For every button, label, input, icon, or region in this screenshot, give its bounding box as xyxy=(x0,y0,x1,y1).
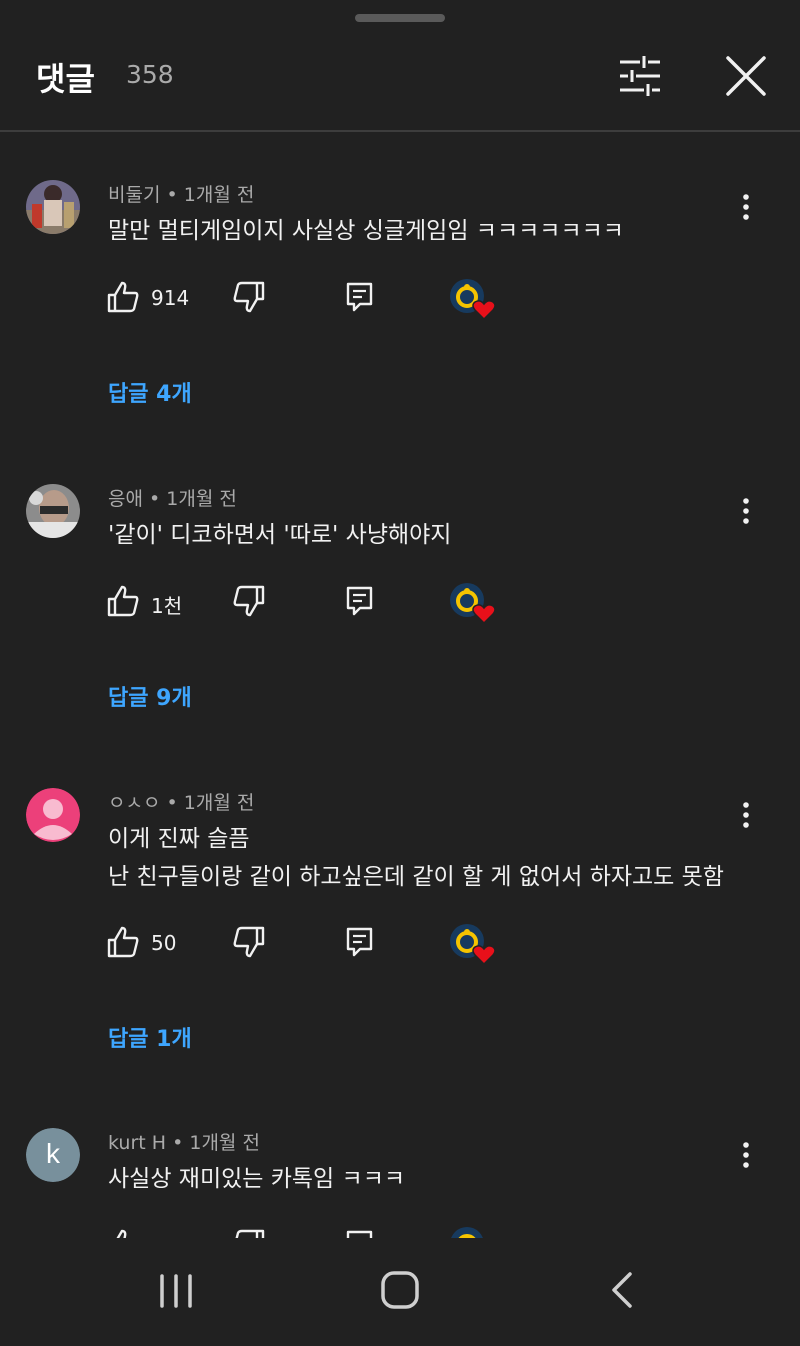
like-button[interactable] xyxy=(106,925,140,959)
comment-line: 사실상 재미있는 카톡임 ㅋㅋㅋ xyxy=(108,1166,406,1192)
recent-apps-button[interactable] xyxy=(156,1272,196,1310)
comments-header: 댓글 358 xyxy=(0,0,800,130)
reply-button[interactable] xyxy=(344,925,376,959)
panel-title: 댓글 xyxy=(36,60,95,98)
comment-author[interactable]: ㅇㅅㅇ xyxy=(108,792,160,814)
comment-time: 1개월 전 xyxy=(166,488,237,510)
thumbs-up-icon xyxy=(107,926,139,958)
comment-text: '같이' 디코하면서 '따로' 사냥해야지 xyxy=(108,516,451,554)
close-button[interactable] xyxy=(722,52,770,100)
comment-actions: 50 xyxy=(0,923,800,969)
more-vert-icon xyxy=(743,498,749,524)
like-count: 1천 xyxy=(151,594,183,618)
comment-list[interactable]: 비둘기 • 1개월 전 말만 멀티게임이지 사실상 싱글게임임 ㅋㅋㅋㅋㅋㅋㅋ … xyxy=(0,132,800,1238)
more-options-button[interactable] xyxy=(734,496,758,526)
comment-actions: 914 xyxy=(0,278,800,324)
avatar[interactable] xyxy=(26,180,80,234)
comment-icon xyxy=(346,927,373,957)
like-button[interactable] xyxy=(106,280,140,314)
comment-time: 1개월 전 xyxy=(183,184,255,206)
comment-time: 1개월 전 xyxy=(189,1132,260,1154)
view-replies-link[interactable]: 답글 1개 xyxy=(108,1021,192,1053)
thumbs-down-icon xyxy=(233,926,265,958)
comment-actions xyxy=(0,1226,800,1238)
back-button[interactable] xyxy=(606,1270,640,1310)
comment-text: 사실상 재미있는 카톡임 ㅋㅋㅋ xyxy=(108,1160,405,1198)
meta-separator: • xyxy=(166,1132,190,1154)
dislike-button[interactable] xyxy=(232,1228,266,1238)
thumbs-up-icon xyxy=(107,585,139,617)
comment-meta: 비둘기 • 1개월 전 xyxy=(108,180,254,207)
like-button[interactable] xyxy=(106,1228,140,1238)
creator-heart-icon xyxy=(450,279,496,321)
comment-line: '같이' 디코하면서 '따로' 사냥해야지 xyxy=(108,522,452,548)
comment-meta: kurt H • 1개월 전 xyxy=(108,1128,260,1155)
view-replies-link[interactable]: 답글 4개 xyxy=(108,376,192,408)
more-vert-icon xyxy=(743,802,749,828)
home-button[interactable] xyxy=(378,1268,422,1312)
more-vert-icon xyxy=(743,1142,749,1168)
reply-button[interactable] xyxy=(344,584,376,618)
dislike-button[interactable] xyxy=(232,280,266,314)
like-button[interactable] xyxy=(106,584,140,618)
avatar-image xyxy=(26,180,80,234)
avatar-letter: k xyxy=(46,1138,60,1169)
close-icon xyxy=(726,56,766,96)
recent-apps-icon xyxy=(160,1274,192,1308)
comment-author[interactable]: 비둘기 xyxy=(108,184,160,206)
creator-heart-badge xyxy=(450,923,496,967)
more-options-button[interactable] xyxy=(734,1140,758,1170)
comment-meta: ㅇㅅㅇ • 1개월 전 xyxy=(108,788,254,815)
meta-separator: • xyxy=(142,488,167,510)
creator-heart-icon xyxy=(450,924,496,966)
creator-heart-icon xyxy=(450,583,496,625)
comment-line: 이게 진짜 슬픔 xyxy=(108,826,250,852)
dislike-button[interactable] xyxy=(232,925,266,959)
creator-heart-badge xyxy=(450,1226,496,1238)
meta-separator: • xyxy=(160,792,184,814)
reply-button[interactable] xyxy=(344,1228,376,1238)
comment-icon xyxy=(346,586,373,616)
comment-count: 358 xyxy=(126,60,174,89)
reply-button[interactable] xyxy=(344,280,376,314)
thumbs-down-icon xyxy=(233,585,265,617)
avatar-image xyxy=(26,484,80,538)
comment-meta: 응애 • 1개월 전 xyxy=(108,484,237,511)
avatar[interactable]: k xyxy=(26,1128,80,1182)
more-options-button[interactable] xyxy=(734,192,758,222)
creator-heart-badge xyxy=(450,582,496,626)
thumbs-down-icon xyxy=(233,281,265,313)
thumbs-up-icon xyxy=(107,281,139,313)
default-person-avatar xyxy=(26,788,80,842)
like-count: 50 xyxy=(151,931,177,955)
comment-time: 1개월 전 xyxy=(183,792,255,814)
sort-filter-button[interactable] xyxy=(614,52,666,100)
meta-separator: • xyxy=(160,184,184,206)
comment-icon xyxy=(346,1230,373,1238)
avatar[interactable] xyxy=(26,788,80,842)
comment-author[interactable]: kurt H xyxy=(108,1132,166,1154)
comment-line: 난 친구들이랑 같이 하고싶은데 같이 할 게 없어서 하자고도 못함 xyxy=(108,864,724,890)
thumbs-down-icon xyxy=(235,1229,265,1238)
home-icon xyxy=(381,1271,419,1309)
view-replies-link[interactable]: 답글 9개 xyxy=(108,680,192,712)
system-navigation-bar xyxy=(0,1238,800,1346)
thumbs-up-icon xyxy=(116,1229,127,1238)
comment-actions: 1천 xyxy=(0,582,800,628)
sliders-icon xyxy=(620,56,660,96)
avatar[interactable] xyxy=(26,484,80,538)
comment-text: 이게 진짜 슬픔 난 친구들이랑 같이 하고싶은데 같이 할 게 없어서 하자고… xyxy=(108,820,724,896)
more-vert-icon xyxy=(743,194,749,220)
creator-heart-icon xyxy=(451,1227,483,1238)
comment-author[interactable]: 응애 xyxy=(108,488,143,510)
comment-text: 말만 멀티게임이지 사실상 싱글게임임 ㅋㅋㅋㅋㅋㅋㅋ xyxy=(108,212,624,250)
comment-icon xyxy=(346,282,373,312)
creator-heart-badge xyxy=(450,278,496,322)
dislike-button[interactable] xyxy=(232,584,266,618)
like-count: 914 xyxy=(151,286,190,310)
more-options-button[interactable] xyxy=(734,800,758,830)
back-chevron-icon xyxy=(612,1272,632,1308)
comment-line: 말만 멀티게임이지 사실상 싱글게임임 ㅋㅋㅋㅋㅋㅋㅋ xyxy=(108,218,624,244)
